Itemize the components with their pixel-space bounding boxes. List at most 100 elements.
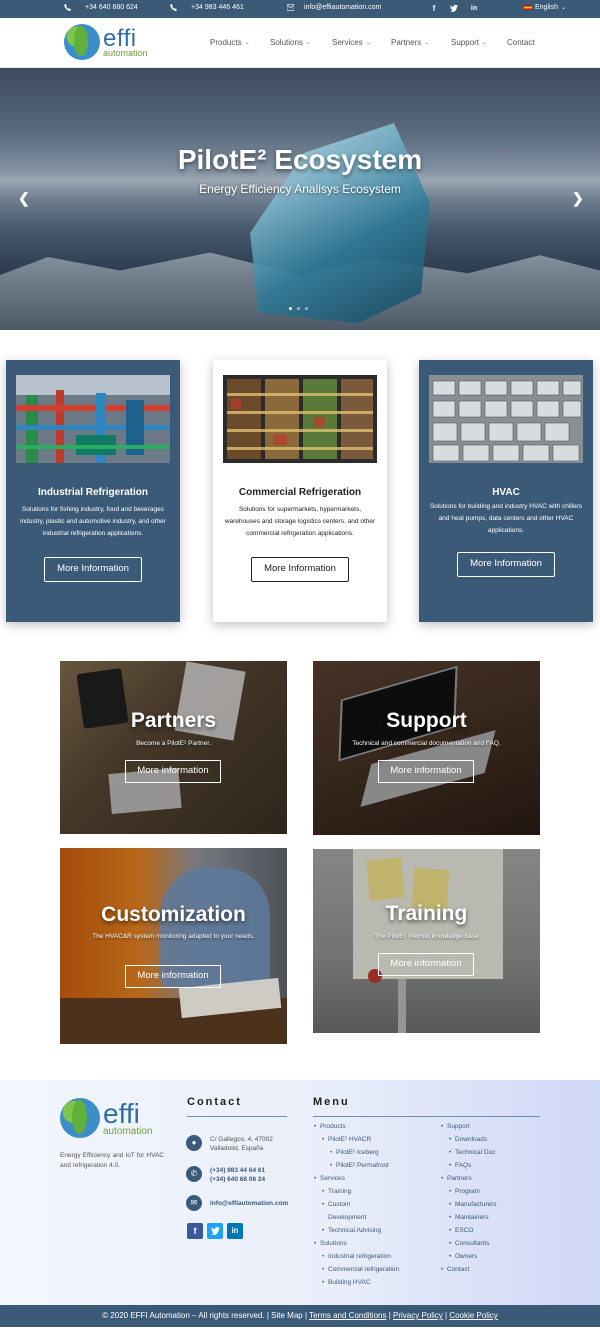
phone-icon [64, 4, 71, 11]
nav-contact[interactable]: Contact [507, 38, 535, 47]
menu-link[interactable]: Technical Doc [449, 1146, 497, 1159]
nav-label: Contact [507, 38, 535, 47]
footer-logo[interactable]: effi automation [60, 1098, 152, 1138]
menu-link[interactable]: Program [449, 1185, 497, 1198]
menu-link[interactable]: Building HVAC [322, 1276, 399, 1289]
menu-link[interactable]: Solutions [314, 1237, 399, 1250]
logo-word: effi [103, 1097, 140, 1129]
logo-tagline: automation [103, 1125, 153, 1137]
menu-link[interactable]: Products [314, 1120, 399, 1133]
card-text: Solutions for building and industry HVAC… [429, 503, 583, 534]
privacy-link[interactable]: Privacy Policy [393, 1311, 443, 1320]
language-flag-icon [524, 5, 532, 10]
more-information-button[interactable]: More information [378, 953, 474, 976]
chevron-down-icon: ⌄ [305, 40, 311, 46]
more-information-button[interactable]: More Information [44, 557, 142, 582]
card-hvac: HVAC Solutions for building and industry… [419, 360, 593, 622]
menu-link[interactable]: Manufacturers [449, 1198, 497, 1211]
facebook-icon[interactable]: f [429, 3, 439, 13]
top-email[interactable]: info@effiautomation.com [287, 4, 381, 11]
more-information-button[interactable]: More Information [457, 552, 555, 577]
top-phone-1-text: +34 640 680 624 [85, 4, 138, 11]
top-phone-1[interactable]: +34 640 680 624 [64, 4, 138, 11]
linkedin-icon[interactable]: in [227, 1223, 243, 1239]
phone-icon: ✆ [186, 1166, 202, 1182]
hero-title: PilotE² Ecosystem [177, 144, 423, 175]
top-bar: +34 640 680 624 +34 983 446 461 info@eff… [0, 0, 600, 18]
cookie-link[interactable]: Cookie Policy [449, 1311, 497, 1320]
more-information-button[interactable]: More information [125, 760, 221, 783]
menu-link-continued[interactable]: Development [322, 1211, 399, 1224]
nav-solutions[interactable]: Solutions ⌄ [270, 38, 311, 47]
language-label: English [535, 4, 558, 11]
card-title: Industrial Refrigeration [37, 487, 148, 498]
slider-dot[interactable] [305, 307, 308, 310]
card-text: Solutions for fishing industry, food and… [20, 506, 166, 537]
menu-link[interactable]: Partners [441, 1172, 497, 1185]
slider-dot[interactable] [289, 307, 292, 310]
nav-partners[interactable]: Partners ⌄ [391, 38, 429, 47]
logo-word: effi [103, 24, 137, 52]
terms-link[interactable]: Terms and Conditions [309, 1311, 386, 1320]
menu-heading: Menu [313, 1096, 350, 1108]
menu-link[interactable]: PilotE² HVACR [322, 1133, 399, 1146]
nav-support[interactable]: Support ⌄ [451, 38, 487, 47]
menu-link[interactable]: PilotE² Iceberg [330, 1146, 399, 1159]
location-icon: ● [186, 1135, 202, 1151]
footer-phone-1[interactable]: (+34) 983 44 64 61 [210, 1166, 265, 1175]
chevron-left-icon[interactable]: ❮ [18, 190, 30, 207]
menu-link[interactable]: ESCO [449, 1224, 497, 1237]
menu-link[interactable]: Industrial refrigeration [322, 1250, 399, 1263]
menu-link[interactable]: PilotE² Permafrost [330, 1159, 399, 1172]
more-information-button[interactable]: More information [125, 965, 221, 988]
logo-tagline: automation [103, 47, 148, 58]
nav-products[interactable]: Products ⌄ [210, 38, 250, 47]
card-title: HVAC [492, 487, 520, 498]
tile-text: Technical and commercial documentation a… [352, 740, 501, 747]
tile-title: Support [386, 709, 467, 732]
menu-link[interactable]: Owners [449, 1250, 497, 1263]
menu-link[interactable]: Contact [441, 1263, 497, 1276]
sitemap-link[interactable]: Site Map [271, 1311, 303, 1320]
more-information-button[interactable]: More Information [251, 557, 349, 582]
commercial-refrigeration-image [223, 375, 377, 463]
site-logo[interactable]: effi automation [64, 24, 148, 60]
copyright-bar: © 2020 EFFI Automation – All rights rese… [0, 1305, 600, 1327]
tile-text: The PilotE² method knowledge base [374, 933, 479, 940]
twitter-icon[interactable] [207, 1223, 223, 1239]
customization-image [60, 848, 287, 1044]
more-information-button[interactable]: More information [378, 760, 474, 783]
nav-label: Partners [391, 38, 422, 47]
menu-link[interactable]: Support [441, 1120, 497, 1133]
tile-support: Support Technical and commercial documen… [313, 661, 540, 835]
chevron-down-icon: ⌄ [560, 5, 566, 11]
language-selector[interactable]: English ⌄ [524, 4, 566, 11]
footer-phone-2[interactable]: (+34) 640 68 06 24 [210, 1175, 265, 1184]
menu-link[interactable]: Technical Advising [322, 1224, 399, 1237]
linkedin-icon[interactable]: in [469, 3, 479, 13]
menu-link[interactable]: Downloads [449, 1133, 497, 1146]
footer-tagline: Energy Efficiency and IoT for HVAC and r… [60, 1152, 164, 1169]
address-line-1: C/ Gallegos, 4, 47002 [210, 1136, 273, 1143]
chevron-right-icon[interactable]: ❯ [572, 190, 584, 207]
menu-link[interactable]: FAQs [449, 1159, 497, 1172]
facebook-icon[interactable]: f [187, 1223, 203, 1239]
menu-link[interactable]: Maintainers [449, 1211, 497, 1224]
footer-email[interactable]: info@effiautomation.com [210, 1199, 288, 1208]
twitter-icon[interactable] [449, 3, 459, 13]
tile-partners: Partners Become a PilotE² Partner. More … [60, 661, 287, 834]
menu-link[interactable]: Services [314, 1172, 399, 1185]
contact-heading: Contact [187, 1096, 242, 1108]
menu-link[interactable]: Training [322, 1185, 399, 1198]
industrial-refrigeration-image [16, 375, 170, 463]
nav-services[interactable]: Services ⌄ [332, 38, 371, 47]
chevron-down-icon: ⌄ [482, 40, 488, 46]
menu-link[interactable]: Commercial refrigeration [322, 1263, 399, 1276]
email-icon: ✉ [186, 1195, 202, 1211]
email-icon [287, 4, 294, 11]
top-phone-2[interactable]: +34 983 446 461 [170, 4, 244, 11]
menu-link[interactable]: Custom [322, 1198, 399, 1211]
menu-link[interactable]: Consultants [449, 1237, 497, 1250]
card-industrial-refrigeration: Industrial Refrigeration Solutions for f… [6, 360, 180, 622]
slider-dot[interactable] [297, 307, 300, 310]
